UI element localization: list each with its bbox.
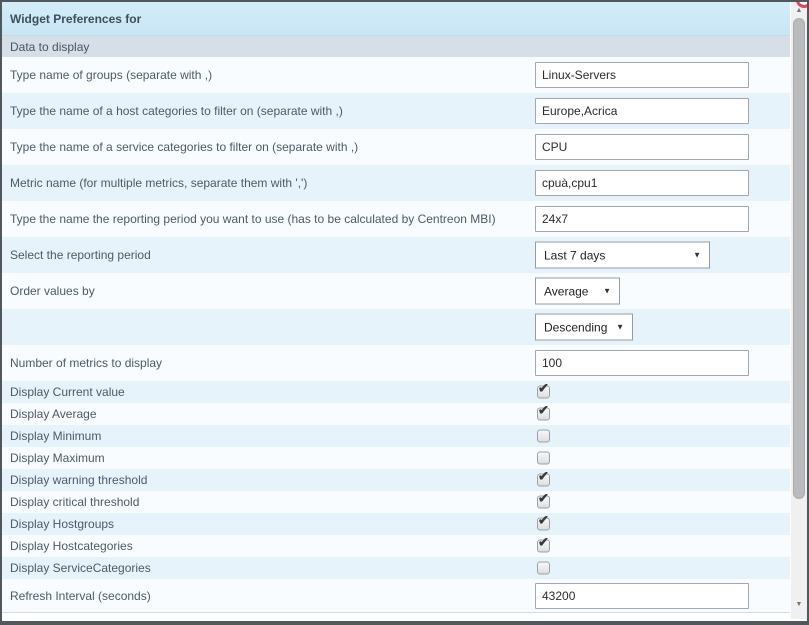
display-maximum-label: Display Maximum [10,451,105,465]
order-by-selected-value: Average [544,284,588,298]
vertical-scrollbar[interactable]: ▲ ▼ [790,2,807,619]
row-refresh-interval: Refresh Interval (seconds) [2,579,790,612]
row-display-warning: Display warning threshold ✔ [2,469,790,491]
reporting-period-name-label: Type the name the reporting period you w… [10,212,496,226]
section-title: Data to display [10,40,89,54]
display-average-checkbox[interactable]: ✔ [537,408,550,421]
chevron-down-icon: ▼ [603,287,611,296]
preferences-form: Widget Preferences for Data to display T… [2,2,790,613]
display-hostgroups-label: Display Hostgroups [10,517,114,531]
display-servicecategories-checkbox[interactable]: ✔ [537,562,550,575]
display-hostgroups-checkbox[interactable]: ✔ [537,518,550,531]
row-display-hostgroups: Display Hostgroups ✔ [2,513,790,535]
check-icon: ✔ [538,536,549,549]
row-display-minimum: Display Minimum ✔ [2,425,790,447]
form-rows: Type name of groups (separate with ,) Ty… [2,57,790,613]
service-categories-label: Type the name of a service categories to… [10,140,358,154]
chevron-down-icon: ▼ [693,251,701,260]
check-icon: ✔ [538,404,549,417]
scroll-down-icon[interactable]: ▼ [791,598,807,611]
row-metrics-count: Number of metrics to display [2,345,790,381]
refresh-interval-input[interactable] [535,583,749,609]
row-display-maximum: Display Maximum ✔ [2,447,790,469]
display-minimum-checkbox[interactable]: ✔ [537,430,550,443]
display-critical-checkbox[interactable]: ✔ [537,496,550,509]
metrics-count-input[interactable] [535,350,749,376]
scrollbar-thumb[interactable] [793,18,805,499]
row-service-categories: Type the name of a service categories to… [2,129,790,165]
row-reporting-period: Select the reporting period Last 7 days … [2,237,790,273]
display-average-label: Display Average [10,407,97,421]
window-title: Widget Preferences for [10,12,141,26]
reporting-period-selected-value: Last 7 days [544,248,605,262]
display-critical-label: Display critical threshold [10,495,139,509]
check-icon: ✔ [538,514,549,527]
reporting-period-select[interactable]: Last 7 days ▼ [535,242,710,269]
display-servicecategories-label: Display ServiceCategories [10,561,151,575]
check-icon: ✔ [538,382,549,395]
chevron-down-icon: ▼ [616,323,624,332]
row-reporting-period-name: Type the name the reporting period you w… [2,201,790,237]
metric-name-input[interactable] [535,170,749,196]
row-order-direction: Descending ▼ [2,309,790,345]
order-by-select[interactable]: Average ▼ [535,278,620,305]
reporting-period-name-input[interactable] [535,206,749,232]
groups-label: Type name of groups (separate with ,) [10,68,212,82]
display-maximum-checkbox[interactable]: ✔ [537,452,550,465]
service-categories-input[interactable] [535,134,749,160]
refresh-interval-label: Refresh Interval (seconds) [10,589,151,603]
row-display-critical: Display critical threshold ✔ [2,491,790,513]
row-groups: Type name of groups (separate with ,) [2,57,790,93]
display-hostcategories-checkbox[interactable]: ✔ [537,540,550,553]
row-display-servicecategories: Display ServiceCategories ✔ [2,557,790,579]
display-current-label: Display Current value [10,385,125,399]
order-direction-selected-value: Descending [544,320,607,334]
check-icon: ✔ [538,492,549,505]
display-minimum-label: Display Minimum [10,429,101,443]
display-hostcategories-label: Display Hostcategories [10,539,133,553]
groups-input[interactable] [535,62,749,88]
metrics-count-label: Number of metrics to display [10,356,162,370]
window-titlebar: Widget Preferences for [2,2,790,36]
row-metric-name: Metric name (for multiple metrics, separ… [2,165,790,201]
reporting-period-label: Select the reporting period [10,248,151,262]
display-current-checkbox[interactable]: ✔ [537,386,550,399]
host-categories-input[interactable] [535,98,749,124]
widget-preferences-window: Widget Preferences for Data to display T… [0,0,809,625]
row-display-average: Display Average ✔ [2,403,790,425]
metric-name-label: Metric name (for multiple metrics, separ… [10,176,307,190]
order-by-label: Order values by [10,284,95,298]
host-categories-label: Type the name of a host categories to fi… [10,104,343,118]
display-warning-checkbox[interactable]: ✔ [537,474,550,487]
order-direction-select[interactable]: Descending ▼ [535,314,633,341]
section-data-to-display: Data to display [2,36,790,57]
row-display-current: Display Current value ✔ [2,381,790,403]
display-warning-label: Display warning threshold [10,473,147,487]
check-icon: ✔ [538,470,549,483]
row-host-categories: Type the name of a host categories to fi… [2,93,790,129]
row-display-hostcategories: Display Hostcategories ✔ [2,535,790,557]
row-order-by: Order values by Average ▼ [2,273,790,309]
